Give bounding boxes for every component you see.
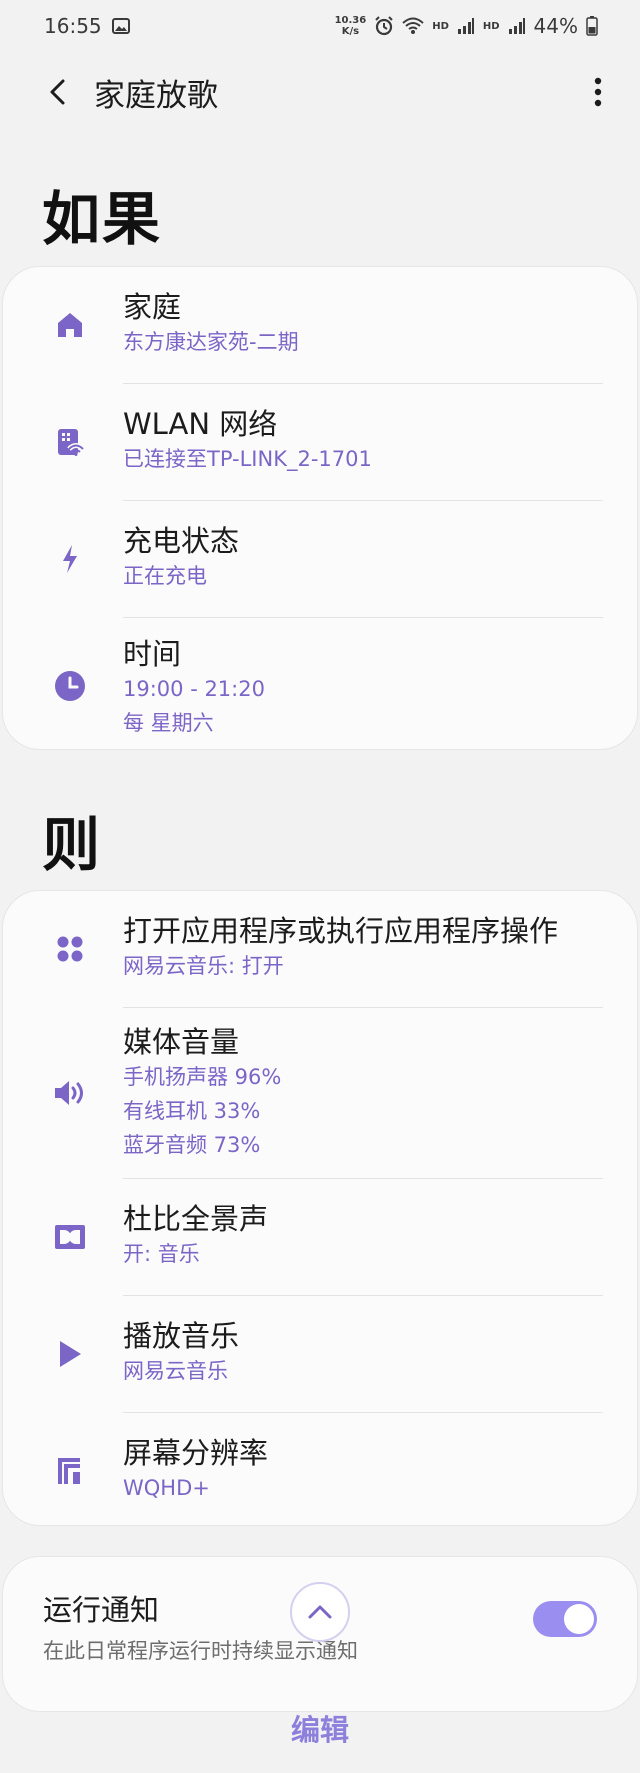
condition-detail: 已连接至TP-LINK_2-1701 <box>123 447 372 471</box>
more-options-button[interactable] <box>580 68 616 116</box>
condition-label: 家庭 <box>123 290 182 324</box>
action-label: 媒体音量 <box>123 1025 240 1059</box>
condition-detail: 东方康达家苑-二期 <box>123 330 299 354</box>
action-label: 屏幕分辨率 <box>123 1436 269 1470</box>
signal-icon-2 <box>508 17 526 35</box>
app-bar: 家庭放歌 <box>0 52 640 132</box>
action-row-play-music[interactable]: 播放音乐 网易云音乐 <box>3 1296 637 1412</box>
battery-percent: 44% <box>533 14 578 38</box>
action-row-screen-resolution[interactable]: 屏幕分辨率 WQHD+ <box>3 1413 637 1527</box>
action-row-media-volume[interactable]: 媒体音量 手机扬声器 96% 有线耳机 33% 蓝牙音频 73% <box>3 1008 637 1178</box>
alarm-icon <box>374 16 394 36</box>
action-row-dolby[interactable]: 杜比全景声 开: 音乐 <box>3 1179 637 1295</box>
status-time: 16:55 <box>44 14 102 38</box>
condition-row-time[interactable]: 时间 19:00 - 21:20 每 星期六 <box>3 618 637 750</box>
conditions-card: 家庭 东方康达家苑-二期 WLAN 网络 已连接至TP-LINK_2-1701 … <box>2 266 638 750</box>
condition-row-home[interactable]: 家庭 东方康达家苑-二期 <box>3 267 637 383</box>
then-section-title: 则 <box>42 811 103 879</box>
apps-icon <box>49 928 91 970</box>
condition-label: WLAN 网络 <box>123 407 278 441</box>
gallery-notification-icon <box>111 18 130 34</box>
back-button[interactable] <box>40 74 76 110</box>
actions-card: 打开应用程序或执行应用程序操作 网易云音乐: 打开 媒体音量 手机扬声器 96%… <box>2 890 638 1526</box>
more-vert-icon <box>594 77 602 107</box>
condition-row-charging[interactable]: 充电状态 正在充电 <box>3 501 637 617</box>
home-icon <box>49 304 91 346</box>
action-row-open-app[interactable]: 打开应用程序或执行应用程序操作 网易云音乐: 打开 <box>3 891 637 1007</box>
hd-badge-1: HD <box>432 20 449 32</box>
resolution-icon <box>49 1450 91 1492</box>
action-label: 杜比全景声 <box>123 1202 269 1236</box>
action-label: 打开应用程序或执行应用程序操作 <box>123 914 559 948</box>
status-bar: 16:55 10.36 K/s HD HD 44% <box>0 0 640 52</box>
condition-detail: 正在充电 <box>123 564 207 588</box>
hd-badge-2: HD <box>482 20 500 32</box>
condition-row-wlan[interactable]: WLAN 网络 已连接至TP-LINK_2-1701 <box>3 384 637 500</box>
notification-title: 运行通知 <box>43 1593 160 1627</box>
if-section-title: 如果 <box>42 185 163 253</box>
toggle-knob <box>564 1604 594 1634</box>
dolby-icon <box>49 1216 91 1258</box>
action-detail: 网易云音乐: 打开 <box>123 954 284 978</box>
page-title: 家庭放歌 <box>94 77 218 114</box>
scroll-to-top-button[interactable] <box>290 1582 350 1642</box>
action-detail: WQHD+ <box>123 1476 210 1500</box>
play-icon <box>49 1333 91 1375</box>
clock-icon <box>49 665 91 707</box>
action-detail: 网易云音乐 <box>123 1359 228 1383</box>
chevron-up-icon <box>308 1605 332 1619</box>
condition-label: 充电状态 <box>123 524 240 558</box>
volume-icon <box>49 1072 91 1114</box>
action-detail: 有线耳机 33% <box>123 1099 261 1123</box>
action-detail: 手机扬声器 96% <box>123 1065 282 1089</box>
wlan-icon <box>49 421 91 463</box>
notification-toggle[interactable] <box>533 1601 597 1637</box>
wifi-icon <box>402 17 424 35</box>
back-arrow-icon <box>50 79 65 105</box>
condition-detail: 19:00 - 21:20 <box>123 677 265 701</box>
signal-icon-1 <box>457 17 475 35</box>
net-speed: 10.36 K/s <box>334 15 367 37</box>
action-detail: 蓝牙音频 73% <box>123 1133 261 1157</box>
charging-icon <box>49 538 91 580</box>
action-detail: 开: 音乐 <box>123 1242 200 1266</box>
edit-button[interactable]: 编辑 <box>0 1700 640 1756</box>
battery-icon <box>586 16 598 36</box>
condition-detail: 每 星期六 <box>123 711 214 735</box>
action-label: 播放音乐 <box>123 1319 240 1353</box>
condition-label: 时间 <box>123 637 182 671</box>
